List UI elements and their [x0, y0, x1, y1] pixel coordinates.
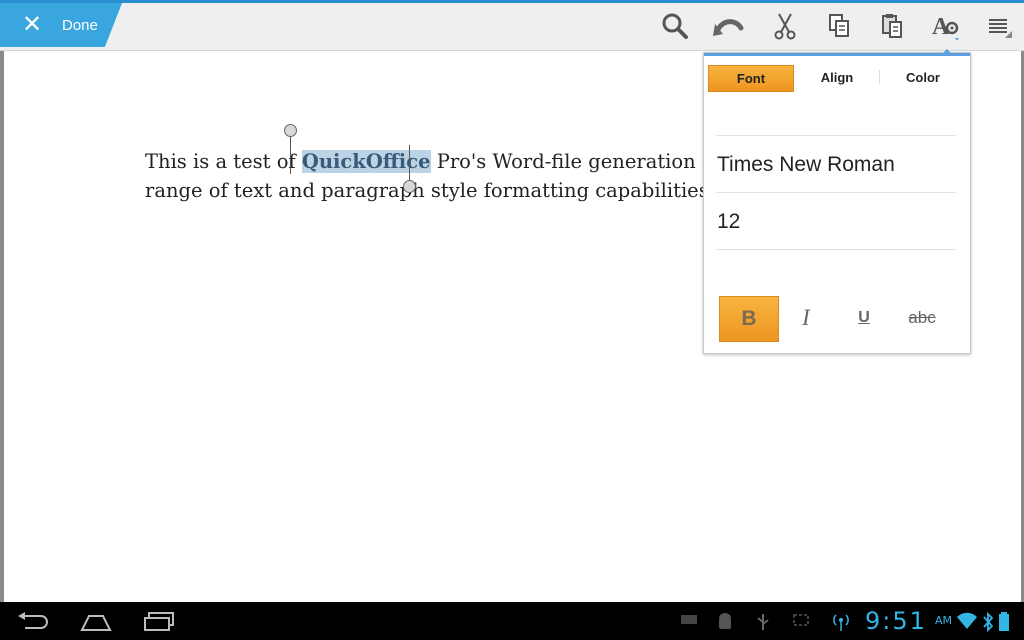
font-name-field[interactable]: Times New Roman	[717, 151, 957, 179]
divider	[716, 249, 956, 250]
divider	[716, 192, 956, 193]
italic-label: I	[802, 305, 810, 330]
wifi-icon	[956, 612, 978, 630]
selected-text[interactable]: QuickOffice	[301, 150, 431, 173]
recent-apps-icon[interactable]	[140, 609, 180, 635]
bluetooth-icon	[982, 612, 994, 632]
back-icon[interactable]	[12, 609, 52, 635]
paste-icon[interactable]	[875, 9, 909, 43]
bold-label: B	[741, 307, 757, 330]
keyboard-icon	[680, 612, 698, 626]
panel-accent-bar	[704, 53, 970, 56]
screen-rotation-icon	[792, 612, 810, 628]
done-label: Done	[62, 17, 98, 34]
selection-start-handle[interactable]	[284, 124, 297, 137]
text-after-selection: Pro's Word-file generation cap	[436, 150, 705, 173]
copy-icon[interactable]	[822, 9, 856, 43]
undo-icon[interactable]	[712, 9, 746, 43]
document-left-edge	[0, 51, 4, 602]
text-before-selection: This is a test of	[145, 150, 302, 173]
close-icon: ✕	[22, 10, 43, 38]
tab-separator	[879, 70, 880, 84]
selection-start-line	[290, 131, 291, 174]
menu-icon[interactable]	[982, 9, 1016, 43]
android-debug-icon	[716, 612, 734, 632]
hotspot-icon	[830, 612, 852, 632]
done-button[interactable]: ✕ Done	[0, 3, 122, 47]
search-icon[interactable]	[658, 9, 692, 43]
battery-icon	[998, 612, 1010, 632]
underline-label: U	[858, 309, 870, 326]
text-format-icon[interactable]: A	[928, 9, 962, 43]
tab-align[interactable]: Align	[796, 65, 878, 90]
strikethrough-label: abc	[908, 308, 936, 327]
document-line-1: This is a test of QuickOffice Pro's Word…	[145, 147, 705, 176]
usb-icon	[756, 612, 770, 632]
document-line-2: range of text and paragraph style format…	[145, 179, 705, 202]
divider	[716, 135, 956, 136]
selection-end-handle[interactable]	[403, 180, 416, 193]
panel-pointer	[942, 49, 952, 54]
tab-color[interactable]: Color	[881, 65, 965, 90]
underline-button[interactable]: U	[835, 296, 893, 340]
format-panel: Font Align Color Times New Roman 12 B I …	[703, 49, 971, 354]
document-text[interactable]: This is a test of QuickOffice Pro's Word…	[145, 147, 705, 205]
selection-end-line	[409, 145, 410, 185]
italic-button[interactable]: I	[777, 296, 835, 340]
tab-font[interactable]: Font	[708, 65, 794, 92]
cut-icon[interactable]	[768, 9, 802, 43]
status-clock: 9:51	[865, 607, 927, 635]
home-icon[interactable]	[76, 609, 116, 635]
strikethrough-button[interactable]: abc	[893, 296, 951, 340]
action-bar: ✕ Done A	[0, 3, 1024, 51]
bold-button[interactable]: B	[719, 296, 779, 342]
font-size-field[interactable]: 12	[717, 208, 957, 236]
status-clock-ampm: AM	[935, 614, 953, 627]
